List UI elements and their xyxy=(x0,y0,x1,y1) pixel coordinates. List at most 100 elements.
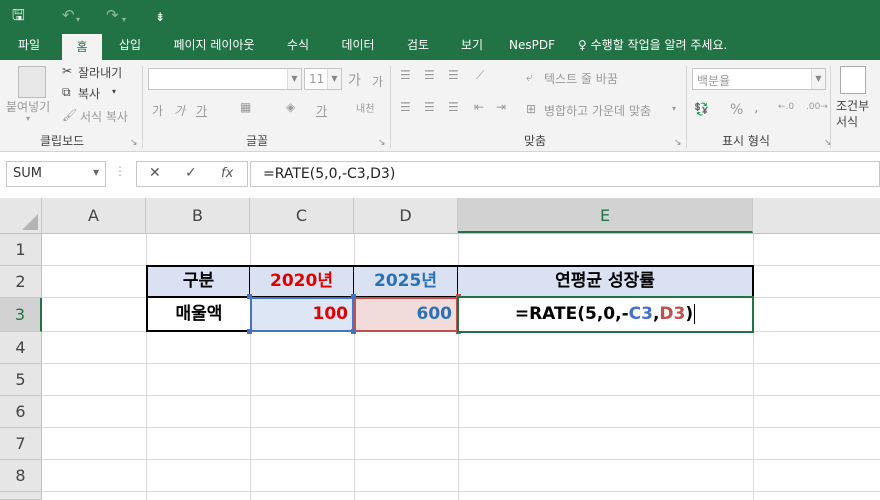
tab-file[interactable]: 파일 xyxy=(6,30,52,60)
chevron-down-icon[interactable]: ▼ xyxy=(93,168,99,177)
formula-input[interactable]: =RATE(5,0,-C3,D3) xyxy=(250,161,880,187)
align-bottom-icon[interactable]: ☰ xyxy=(448,68,459,82)
underline-button[interactable]: 가 xyxy=(196,102,207,119)
font-size-combo[interactable]: 11 ▼ xyxy=(304,68,342,90)
tab-review[interactable]: 검토 xyxy=(396,30,440,60)
tab-nespdf[interactable]: NesPDF xyxy=(504,30,560,60)
copy-dropdown-icon[interactable]: ▾ xyxy=(112,87,116,96)
border-icon[interactable]: ▦ xyxy=(240,100,251,114)
row-header-9[interactable] xyxy=(0,492,42,500)
currency-icon[interactable]: 💱 xyxy=(694,102,709,116)
align-right-icon[interactable]: ☰ xyxy=(448,100,459,114)
header-category-cell[interactable]: 구분 xyxy=(148,267,250,296)
column-header-a[interactable]: A xyxy=(42,198,146,233)
paste-dropdown-icon[interactable]: ▾ xyxy=(26,114,30,123)
comma-button[interactable]: , xyxy=(754,100,758,116)
decrease-decimal-icon[interactable]: .00→ xyxy=(806,102,828,112)
bold-button[interactable]: 가 xyxy=(152,102,163,119)
tab-formulas[interactable]: 수식 xyxy=(276,30,320,60)
merge-center-icon[interactable]: ⊞ xyxy=(526,102,536,116)
chevron-down-icon[interactable]: ▼ xyxy=(811,69,825,89)
tab-view[interactable]: 보기 xyxy=(450,30,494,60)
font-color-icon[interactable]: 가 xyxy=(316,102,327,119)
copy-button[interactable]: 복사 xyxy=(78,85,100,102)
format-painter-button[interactable]: 서식 복사 xyxy=(80,108,128,125)
reference-handle[interactable] xyxy=(247,294,252,299)
column-header-c[interactable]: C xyxy=(250,198,354,233)
align-center-icon[interactable]: ☰ xyxy=(424,100,435,114)
header-2020-cell[interactable]: 2020년 xyxy=(250,267,354,296)
column-header-d[interactable]: D xyxy=(354,198,458,233)
shrink-font-button[interactable]: 가 xyxy=(372,73,383,90)
italic-button[interactable]: 가 xyxy=(174,102,185,119)
row-header-8[interactable]: 8 xyxy=(0,460,42,492)
orientation-icon[interactable]: ⟋ xyxy=(476,68,484,83)
grow-font-button[interactable]: 가 xyxy=(348,70,361,90)
increase-decimal-icon[interactable]: ←.0 xyxy=(778,102,794,112)
value-2025-cell[interactable]: 600 xyxy=(354,297,453,332)
row-header-3[interactable]: 3 xyxy=(0,298,42,332)
column-header-f[interactable] xyxy=(753,198,880,233)
cut-icon[interactable]: ✂ xyxy=(62,64,72,78)
tab-page-layout[interactable]: 페이지 레이아웃 xyxy=(162,30,266,60)
header-growth-cell[interactable]: 연평균 성장률 xyxy=(458,267,752,296)
format-painter-icon[interactable]: 🖌 xyxy=(62,108,77,122)
undo-dropdown-icon[interactable]: ▾ xyxy=(76,10,80,30)
alignment-launcher-icon[interactable]: ↘ xyxy=(674,138,682,148)
column-header-b[interactable]: B xyxy=(146,198,250,233)
tab-data[interactable]: 데이터 xyxy=(330,30,386,60)
row-header-6[interactable]: 6 xyxy=(0,396,42,428)
header-2025-cell[interactable]: 2025년 xyxy=(354,267,458,296)
align-middle-icon[interactable]: ☰ xyxy=(424,68,435,82)
cut-button[interactable]: 잘라내기 xyxy=(78,64,122,81)
row-header-5[interactable]: 5 xyxy=(0,364,42,396)
conditional-format-icon[interactable] xyxy=(840,66,866,94)
phonetic-button[interactable]: 내천 xyxy=(356,100,374,115)
save-icon[interactable]: 🖫 xyxy=(12,5,25,25)
row-header-7[interactable]: 7 xyxy=(0,428,42,460)
value-2020-cell[interactable]: 100 xyxy=(250,297,349,332)
align-top-icon[interactable]: ☰ xyxy=(400,68,411,82)
fill-color-icon[interactable]: ◈ xyxy=(286,100,295,114)
tab-home[interactable]: 홈 xyxy=(62,34,102,60)
redo-dropdown-icon[interactable]: ▾ xyxy=(122,10,126,30)
reference-handle[interactable] xyxy=(247,329,252,334)
wrap-text-button[interactable]: 텍스트 줄 바꿈 xyxy=(544,70,618,87)
row-label-cell[interactable]: 매울액 xyxy=(148,298,250,330)
row-header-1[interactable]: 1 xyxy=(0,234,42,266)
merge-dropdown-icon[interactable]: ▾ xyxy=(672,104,676,113)
clipboard-launcher-icon[interactable]: ↘ xyxy=(130,138,138,148)
reference-handle[interactable] xyxy=(351,294,356,299)
customize-quick-access-icon[interactable]: ⇟ xyxy=(155,7,165,27)
drag-handle-icon[interactable]: ⋮ xyxy=(114,164,126,178)
chevron-down-icon[interactable]: ▼ xyxy=(327,69,341,89)
chevron-down-icon[interactable]: ▼ xyxy=(287,69,301,89)
decrease-indent-icon[interactable]: ⇤ xyxy=(474,100,484,114)
enter-icon[interactable]: ✓ xyxy=(185,165,197,181)
undo-icon[interactable]: ↶ xyxy=(62,5,75,25)
conditional-format-button[interactable]: 조건부 서식 xyxy=(836,98,876,130)
font-name-combo[interactable]: ▼ xyxy=(148,68,302,90)
cancel-icon[interactable]: ✕ xyxy=(149,165,161,181)
insert-function-icon[interactable]: fx xyxy=(221,166,233,181)
copy-icon[interactable]: ⧉ xyxy=(62,85,71,100)
font-launcher-icon[interactable]: ↘ xyxy=(378,138,386,148)
merge-center-button[interactable]: 병합하고 가운데 맞춤 xyxy=(544,102,651,119)
number-format-combo[interactable]: 백분율 ▼ xyxy=(692,68,826,90)
redo-icon[interactable]: ↷ xyxy=(106,5,119,25)
paste-button[interactable]: 붙여넣기 xyxy=(6,98,50,115)
row-header-2[interactable]: 2 xyxy=(0,266,42,298)
wrap-text-icon[interactable]: ⤶ xyxy=(526,70,533,85)
align-left-icon[interactable]: ☰ xyxy=(400,100,411,114)
tell-me-box[interactable]: ♀ 수행할 작업을 알려 주세요. xyxy=(578,30,758,60)
column-header-e[interactable]: E xyxy=(458,198,753,233)
select-all-button[interactable] xyxy=(0,198,42,233)
reference-handle[interactable] xyxy=(351,329,356,334)
row-header-4[interactable]: 4 xyxy=(0,332,42,364)
cell-formula-edit[interactable]: =RATE(5,0,-C3,D3) xyxy=(459,298,751,331)
increase-indent-icon[interactable]: ⇥ xyxy=(496,100,506,114)
percent-button[interactable]: % xyxy=(730,102,743,118)
paste-icon[interactable] xyxy=(18,66,46,98)
name-box[interactable]: SUM ▼ xyxy=(6,161,106,187)
tab-insert[interactable]: 삽입 xyxy=(108,30,152,60)
